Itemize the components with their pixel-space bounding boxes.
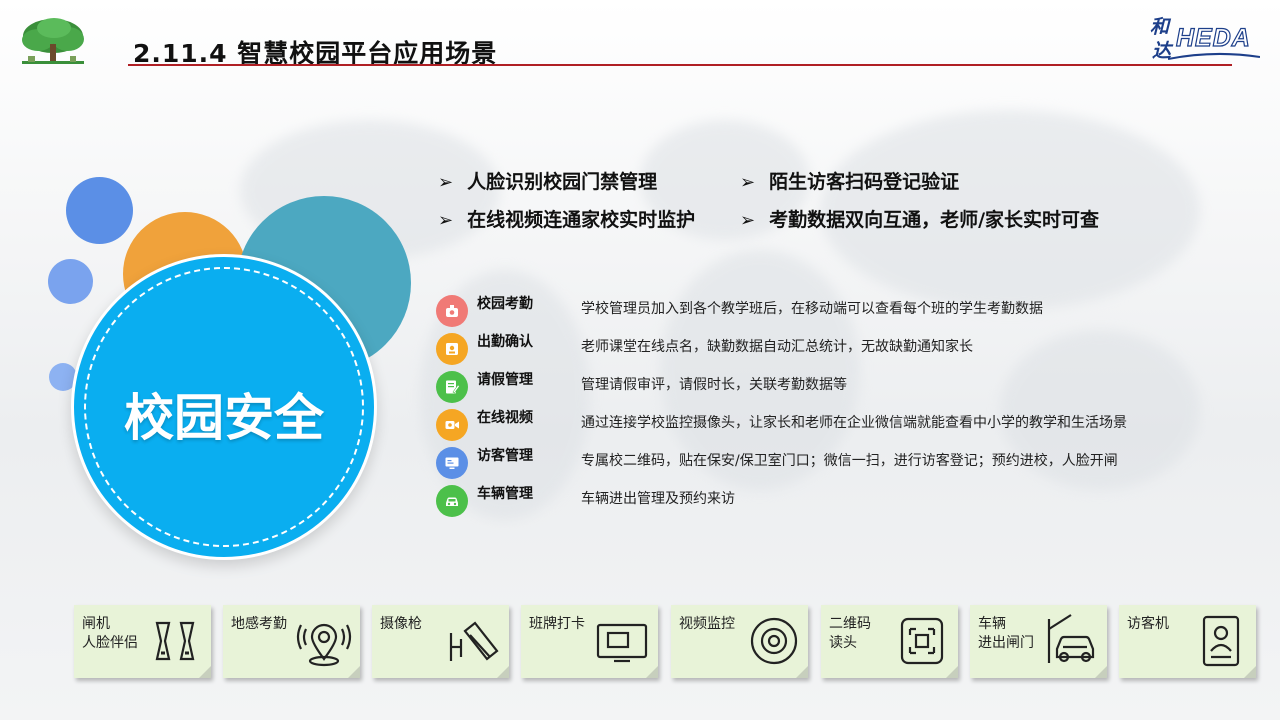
- brand-logo: 和 达 HEDA: [1150, 12, 1262, 64]
- document-edit-icon: [436, 371, 468, 403]
- feature-row-video: 在线视频 通过连接学校监控摄像头，让家长和老师在企业微信端就能查看中小学的教学和…: [436, 409, 1236, 445]
- feature-name: 出勤确认: [477, 334, 533, 350]
- id-card-icon: [436, 333, 468, 365]
- dome-camera-icon: [750, 617, 798, 665]
- car-gate-icon: [1047, 614, 1095, 663]
- device-card-class-board: 班牌打卡: [521, 605, 658, 678]
- feature-row-vehicle: 车辆管理 车辆进出管理及预约来访: [436, 485, 1236, 521]
- device-card-visitor-kiosk: 访客机: [1119, 605, 1256, 678]
- tree-icon: [22, 18, 84, 64]
- class-board-icon: [596, 623, 648, 663]
- brand-en: HEDA: [1175, 23, 1251, 52]
- video-camera-icon: [436, 409, 468, 441]
- bullet-item: ➢ 陌生访客扫码登记验证: [740, 171, 960, 193]
- arrow-bullet-icon: ➢: [438, 210, 454, 231]
- feature-name: 车辆管理: [477, 486, 533, 502]
- device-label: 二维码 读头: [829, 616, 871, 651]
- device-label: 班牌打卡: [529, 616, 585, 632]
- visitor-kiosk-icon: [1202, 615, 1240, 667]
- device-card-qr-reader: 二维码 读头: [821, 605, 958, 678]
- bullet-item: ➢ 在线视频连通家校实时监护: [438, 209, 696, 231]
- device-label: 闸机 人脸伴侣: [82, 616, 138, 651]
- turnstile-icon: [155, 621, 195, 661]
- bullet-camera-icon: [449, 621, 499, 661]
- device-card-bullet-camera: 摄像枪: [372, 605, 509, 678]
- device-label: 地感考勤: [231, 616, 287, 632]
- feature-name: 请假管理: [477, 372, 533, 388]
- decor-circle-blue-medium: [48, 259, 93, 304]
- feature-desc: 专属校二维码，贴在保安/保卫室门口；微信一扫，进行访客登记；预约进校，人脸开闸: [581, 453, 1118, 469]
- attendance-icon: [436, 295, 468, 327]
- device-label: 访客机: [1127, 616, 1169, 632]
- hero-label: 校园安全: [124, 389, 324, 447]
- feature-desc: 通过连接学校监控摄像头，让家长和老师在企业微信端就能查看中小学的教学和生活场景: [581, 415, 1127, 431]
- device-label: 摄像枪: [380, 616, 422, 632]
- location-signal-icon: [296, 623, 352, 667]
- brand-swoosh-icon: [1168, 52, 1260, 60]
- visitor-terminal-icon: [436, 447, 468, 479]
- device-card-dome-camera: 视频监控: [671, 605, 808, 678]
- feature-desc: 学校管理员加入到各个教学班后，在移动端可以查看每个班的学生考勤数据: [581, 301, 1043, 317]
- bullet-item: ➢ 考勤数据双向互通，老师/家长实时可查: [740, 209, 1100, 231]
- title-divider: [128, 64, 1232, 66]
- feature-name: 校园考勤: [477, 296, 533, 312]
- arrow-bullet-icon: ➢: [740, 210, 756, 231]
- brand-cn-1: 和: [1150, 16, 1170, 38]
- feature-desc: 管理请假审评，请假时长，关联考勤数据等: [581, 377, 847, 393]
- decor-circle-blue-large: [66, 177, 133, 244]
- feature-row-visitor: 访客管理 专属校二维码，贴在保安/保卫室门口；微信一扫，进行访客登记；预约进校，…: [436, 447, 1236, 483]
- feature-row-attendance: 校园考勤 学校管理员加入到各个教学班后，在移动端可以查看每个班的学生考勤数据: [436, 295, 1236, 331]
- arrow-bullet-icon: ➢: [438, 172, 454, 193]
- device-label: 视频监控: [679, 616, 735, 632]
- car-icon: [436, 485, 468, 517]
- device-card-ground-sensor: 地感考勤: [223, 605, 360, 678]
- feature-row-leave: 请假管理 管理请假审评，请假时长，关联考勤数据等: [436, 371, 1236, 407]
- device-label: 车辆 进出闸门: [978, 616, 1034, 651]
- device-card-car-gate: 车辆 进出闸门: [970, 605, 1107, 678]
- device-card-turnstile: 闸机 人脸伴侣: [74, 605, 211, 678]
- feature-desc: 老师课堂在线点名，缺勤数据自动汇总统计，无故缺勤通知家长: [581, 339, 973, 355]
- arrow-bullet-icon: ➢: [740, 172, 756, 193]
- bullet-item: ➢ 人脸识别校园门禁管理: [438, 171, 658, 193]
- feature-desc: 车辆进出管理及预约来访: [581, 491, 735, 507]
- feature-name: 访客管理: [477, 448, 533, 464]
- qr-reader-icon: [900, 617, 944, 665]
- feature-row-confirm: 出勤确认 老师课堂在线点名，缺勤数据自动汇总统计，无故缺勤通知家长: [436, 333, 1236, 369]
- feature-name: 在线视频: [477, 410, 533, 426]
